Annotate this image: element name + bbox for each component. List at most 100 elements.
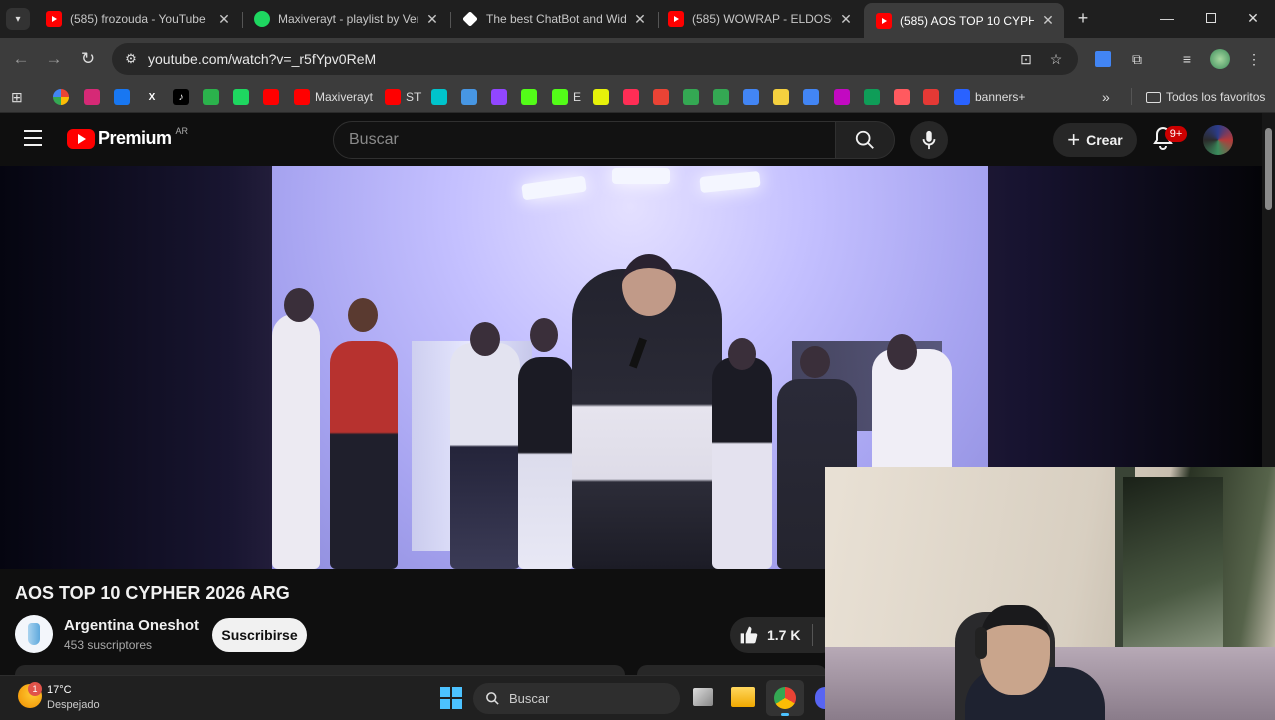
close-icon[interactable]: ✕ bbox=[632, 11, 648, 28]
bookmark-item[interactable] bbox=[773, 88, 789, 106]
bookmark-item[interactable]: E bbox=[552, 88, 581, 106]
bookmark-divider bbox=[1131, 88, 1132, 105]
apps-grid-icon[interactable]: ⊞ bbox=[11, 88, 23, 106]
like-divider bbox=[812, 624, 814, 646]
browser-tab[interactable]: (585) frozouda - YouTube ✕ bbox=[34, 4, 240, 34]
kick-icon bbox=[521, 89, 537, 105]
youtube-header: Premium AR Buscar + Crear 9+ bbox=[0, 113, 1262, 166]
page-scrollbar-thumb[interactable] bbox=[1265, 128, 1272, 210]
kebab-menu-icon[interactable]: ⋮ bbox=[1243, 48, 1265, 70]
create-button[interactable]: + Crear bbox=[1053, 123, 1137, 157]
browser-tab[interactable]: The best ChatBot and Widge ✕ bbox=[450, 4, 656, 34]
bookmark-item[interactable] bbox=[233, 88, 249, 106]
browser-tab-active[interactable]: (585) AOS TOP 10 CYPHER 2 ✕ bbox=[864, 3, 1064, 38]
hamburger-menu-icon[interactable] bbox=[24, 130, 42, 146]
bookmark-item[interactable] bbox=[461, 88, 477, 106]
youtube-premium-logo[interactable]: Premium AR bbox=[67, 125, 189, 149]
bookmark-star-icon[interactable]: ☆ bbox=[1045, 48, 1067, 70]
subscribe-button[interactable]: Suscribirse bbox=[212, 618, 307, 652]
app-icon bbox=[954, 89, 970, 105]
bookmark-item[interactable]: Maxiverayt bbox=[294, 88, 373, 106]
bookmark-item[interactable] bbox=[593, 88, 609, 106]
twitch-icon bbox=[491, 89, 507, 105]
tab-search-button[interactable]: ▾ bbox=[6, 8, 30, 30]
install-app-icon[interactable]: ⊡ bbox=[1015, 48, 1037, 70]
bookmark-item[interactable]: banners+ bbox=[954, 88, 1025, 106]
person-head bbox=[980, 605, 1050, 695]
reload-icon: ↻ bbox=[80, 49, 96, 68]
bookmark-item[interactable] bbox=[263, 88, 279, 106]
bookmark-item[interactable] bbox=[653, 88, 669, 106]
bookmark-item[interactable]: ♪ bbox=[173, 88, 189, 106]
bookmark-item[interactable] bbox=[53, 88, 69, 106]
close-icon[interactable]: ✕ bbox=[1040, 12, 1056, 29]
file-explorer-icon[interactable] bbox=[731, 687, 755, 707]
person-head bbox=[348, 298, 378, 332]
like-button[interactable]: 1.7 K bbox=[730, 617, 840, 653]
youtube-icon bbox=[263, 89, 279, 105]
bookmark-item[interactable] bbox=[521, 88, 537, 106]
close-icon[interactable]: ✕ bbox=[424, 11, 440, 28]
translate-extension-icon[interactable] bbox=[1092, 48, 1114, 70]
back-button[interactable]: ← bbox=[8, 46, 34, 72]
bookmark-label: banners+ bbox=[975, 90, 1026, 104]
bookmark-item[interactable] bbox=[713, 88, 729, 106]
bookmark-item[interactable] bbox=[864, 88, 880, 106]
channel-name[interactable]: Argentina Oneshot bbox=[64, 617, 199, 634]
bookmark-item[interactable] bbox=[683, 88, 699, 106]
bookmark-item[interactable] bbox=[623, 88, 639, 106]
bookmark-item[interactable] bbox=[491, 88, 507, 106]
performer-head bbox=[622, 254, 676, 316]
close-icon[interactable]: ✕ bbox=[838, 11, 854, 28]
more-bookmarks-button[interactable]: » bbox=[1102, 88, 1110, 106]
windows-start-icon[interactable] bbox=[440, 687, 462, 709]
bookmark-item[interactable] bbox=[923, 88, 939, 106]
download-icon bbox=[923, 89, 939, 105]
bookmark-item[interactable]: ST bbox=[385, 88, 421, 106]
address-bar[interactable]: ⚙ youtube.com/watch?v=_r5fYpv0ReM bbox=[112, 43, 1078, 75]
chrome-taskbar-button[interactable] bbox=[766, 680, 804, 716]
task-view-icon[interactable] bbox=[693, 688, 713, 706]
minimize-button[interactable]: — bbox=[1145, 0, 1189, 36]
media-control-icon[interactable]: ≡ bbox=[1176, 48, 1198, 70]
discord-icon[interactable] bbox=[815, 687, 825, 709]
voice-search-button[interactable] bbox=[910, 121, 948, 159]
browser-tab[interactable]: (585) WOWRAP - ELDOSCIE ✕ bbox=[656, 4, 862, 34]
channel-avatar[interactable] bbox=[15, 615, 53, 653]
browser-tab[interactable]: Maxiverayt - playlist by Vera ✕ bbox=[242, 4, 448, 34]
new-tab-button[interactable]: + bbox=[1072, 7, 1094, 29]
extensions-icon[interactable]: ⧉ bbox=[1126, 48, 1148, 70]
profile-avatar[interactable] bbox=[1209, 48, 1231, 70]
bookmark-item[interactable] bbox=[203, 88, 219, 106]
bookmark-item[interactable] bbox=[803, 88, 819, 106]
taskbar-search-box[interactable]: Buscar bbox=[473, 683, 680, 714]
chrome-icon bbox=[774, 687, 796, 709]
forward-button[interactable]: → bbox=[41, 46, 67, 72]
folder-icon bbox=[1146, 91, 1161, 103]
youtube-logo-icon bbox=[67, 128, 95, 149]
sheets-icon bbox=[864, 89, 880, 105]
bookmark-item[interactable] bbox=[431, 88, 447, 106]
account-avatar[interactable] bbox=[1203, 125, 1233, 155]
bookmark-item[interactable] bbox=[894, 88, 910, 106]
reload-button[interactable]: ↻ bbox=[75, 46, 101, 72]
bookmark-item[interactable] bbox=[84, 88, 100, 106]
site-info-icon[interactable]: ⚙ bbox=[116, 51, 146, 67]
maximize-button[interactable] bbox=[1189, 0, 1233, 36]
drive-icon bbox=[683, 89, 699, 105]
bookmark-item[interactable] bbox=[114, 88, 130, 106]
bookmark-item[interactable] bbox=[834, 88, 850, 106]
tab-title: The best ChatBot and Widge bbox=[486, 12, 626, 26]
all-bookmarks-folder[interactable]: Todos los favoritos bbox=[1146, 88, 1265, 106]
browser-toolbar: ← → ↻ ⚙ youtube.com/watch?v=_r5fYpv0ReM … bbox=[0, 38, 1275, 80]
country-code: AR bbox=[175, 125, 189, 136]
search-input[interactable]: Buscar bbox=[333, 121, 836, 159]
close-icon[interactable]: ✕ bbox=[216, 11, 232, 28]
search-button[interactable] bbox=[835, 121, 895, 159]
studio-light bbox=[521, 175, 587, 201]
bookmark-item[interactable]: X bbox=[144, 88, 160, 106]
kick-icon bbox=[552, 89, 568, 105]
podcast-icon bbox=[894, 89, 910, 105]
close-window-button[interactable]: ✕ bbox=[1231, 0, 1275, 36]
bookmark-item[interactable] bbox=[743, 88, 759, 106]
